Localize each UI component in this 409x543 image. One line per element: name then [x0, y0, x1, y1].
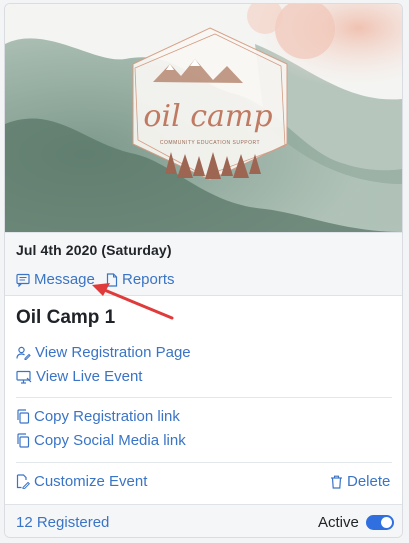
message-link[interactable]: Message: [16, 271, 95, 288]
copy-registration-label: Copy Registration link: [34, 408, 180, 425]
trash-icon: [331, 475, 342, 489]
view-live-label: View Live Event: [36, 368, 143, 385]
event-date-section: Jul 4th 2020 (Saturday) Message Reports: [5, 232, 402, 296]
reports-label: Reports: [122, 271, 175, 288]
view-registration-page-link[interactable]: View Registration Page: [16, 344, 191, 361]
document-icon: [106, 272, 118, 287]
delete-label: Delete: [347, 473, 391, 490]
logo-wordmark: oil camp: [143, 99, 272, 134]
user-edit-icon: [16, 346, 31, 360]
reports-link[interactable]: Reports: [106, 271, 175, 288]
event-title: Oil Camp 1: [16, 307, 116, 328]
divider: [16, 462, 392, 463]
logo-tagline: COMMUNITY EDUCATION SUPPORT: [160, 140, 260, 146]
copy-registration-link[interactable]: Copy Registration link: [16, 408, 180, 425]
copy-social-media-link[interactable]: Copy Social Media link: [16, 432, 186, 449]
copy-icon: [17, 433, 30, 448]
edit-document-icon: [16, 474, 30, 489]
customize-event-link[interactable]: Customize Event: [16, 473, 147, 490]
message-icon: [16, 273, 30, 287]
monitor-icon: [16, 370, 32, 384]
view-live-event-link[interactable]: View Live Event: [16, 368, 142, 385]
customize-event-label: Customize Event: [34, 473, 148, 490]
registered-count-link[interactable]: 12 Registered: [16, 514, 109, 531]
copy-icon: [17, 409, 30, 424]
event-banner-image: oil camp COMMUNITY EDUCATION SUPPORT: [5, 4, 402, 232]
event-card: oil camp COMMUNITY EDUCATION SUPPORT Jul…: [4, 3, 403, 538]
view-registration-label: View Registration Page: [35, 344, 191, 361]
message-label: Message: [34, 271, 95, 288]
divider: [16, 397, 392, 398]
copy-social-label: Copy Social Media link: [34, 432, 186, 449]
active-toggle[interactable]: [366, 515, 394, 530]
card-footer: 12 Registered Active: [5, 504, 402, 537]
event-date: Jul 4th 2020 (Saturday): [16, 242, 172, 258]
delete-link[interactable]: Delete: [330, 473, 390, 490]
active-label: Active: [318, 514, 359, 531]
toggle-knob: [381, 517, 392, 528]
